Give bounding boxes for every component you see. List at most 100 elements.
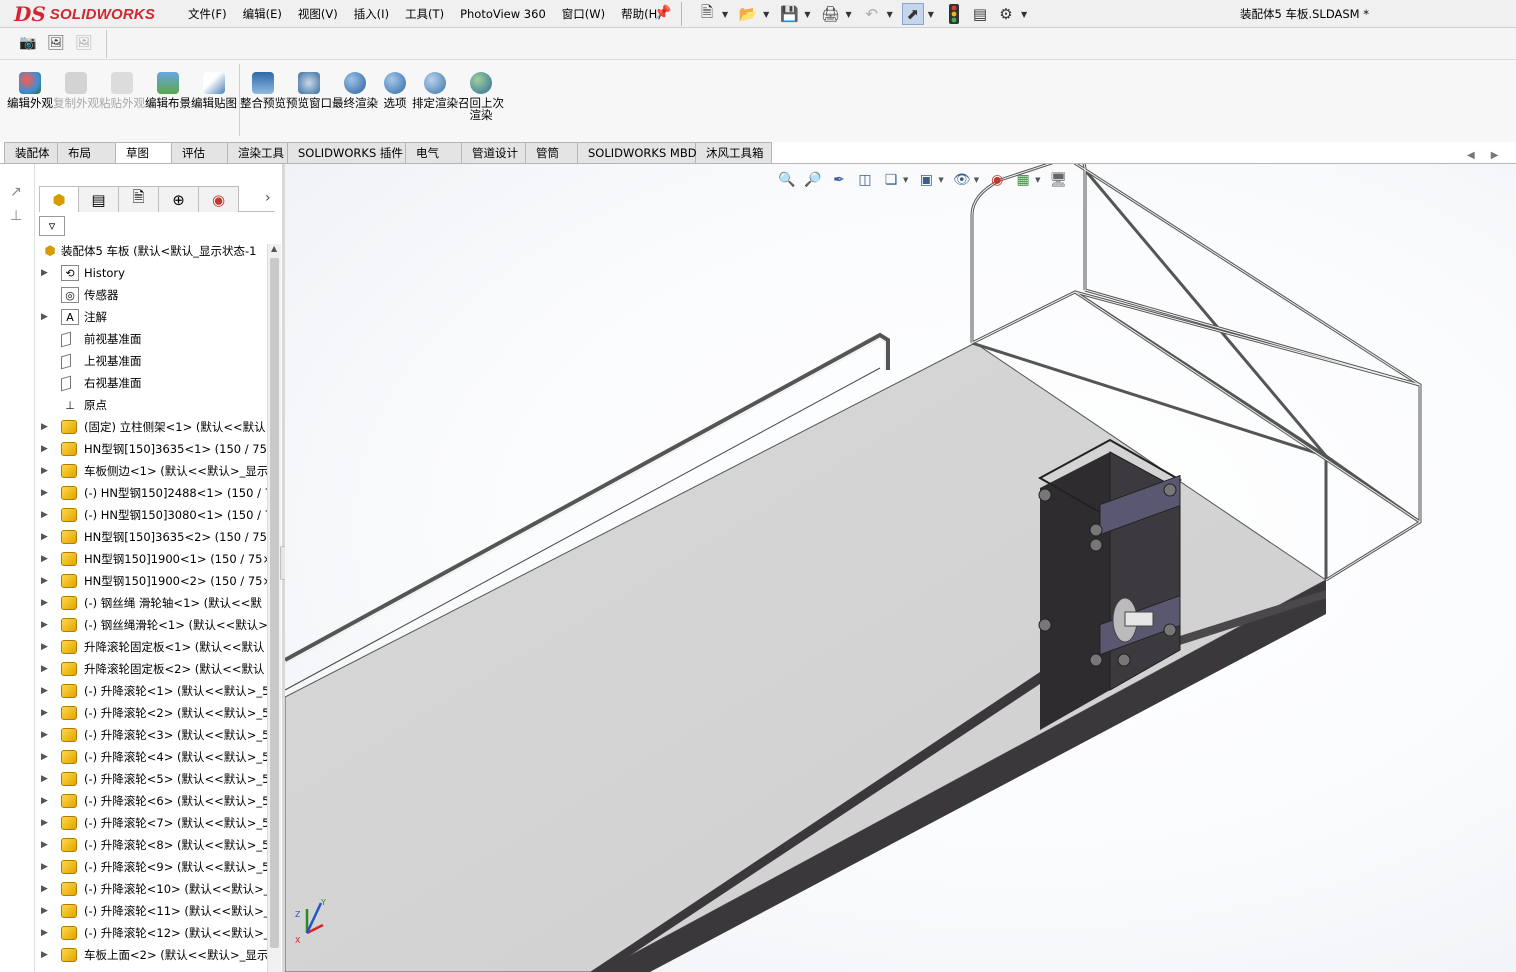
tree-item[interactable]: ▶ (-) 升降滚轮<1> (默认<<默认>_5 [35, 680, 269, 702]
tree-item[interactable]: ▶ (-) 升降滚轮<12> (默认<<默认>_ [35, 922, 269, 944]
copy-appearance-button[interactable]: 复制外观 [53, 72, 99, 109]
select-pointer-icon[interactable]: ⬈ [901, 3, 924, 25]
options-dropdown-icon[interactable]: ▼ [1021, 10, 1027, 19]
tree-root[interactable]: ⬢ 装配体5 车板 (默认<默认_显示状态-1 [35, 240, 269, 262]
undo-dropdown-icon[interactable]: ▼ [887, 10, 893, 19]
render-region-icon[interactable]: 🖼 [46, 34, 66, 52]
expand-chevron-icon[interactable]: ▶ [41, 818, 51, 828]
edit-decal-button[interactable]: 编辑贴图 [191, 72, 237, 109]
view-settings-icon[interactable]: 🖥 [1049, 170, 1069, 190]
render-disabled-icon[interactable]: 🖼 [74, 34, 94, 52]
schedule-render-button[interactable]: 排定渲染 [412, 72, 458, 109]
tree-item[interactable]: ▶ A 注解 [35, 306, 269, 328]
edit-appearance-button[interactable]: 编辑外观 [7, 72, 53, 109]
tree-item[interactable]: ▶ (-) 升降滚轮<2> (默认<<默认>_5 [35, 702, 269, 724]
menu-edit[interactable]: 编辑(E) [235, 6, 290, 22]
apply-scene-icon[interactable]: ▦ [1013, 170, 1033, 190]
tab-layout[interactable]: 布局 [58, 142, 116, 164]
pin-panel-icon[interactable]: ⊥ [10, 208, 22, 224]
menu-tools[interactable]: 工具(T) [397, 6, 452, 22]
expand-chevron-icon[interactable]: ▶ [41, 576, 51, 586]
expand-chevron-icon[interactable]: ▶ [41, 840, 51, 850]
tree-item[interactable]: 右视基准面 [35, 372, 269, 394]
tree-item[interactable]: 上视基准面 [35, 350, 269, 372]
tree-item[interactable]: ▶ (-) 升降滚轮<5> (默认<<默认>_5 [35, 768, 269, 790]
expand-chevron-icon[interactable]: ▶ [41, 532, 51, 542]
orientation-dropdown-icon[interactable]: ▼ [903, 176, 908, 184]
print-dropdown-icon[interactable]: ▼ [845, 10, 851, 19]
tab-mufeng-toolbox[interactable]: 沐风工具箱 [696, 142, 772, 164]
more-tabs-chevron-icon[interactable]: › [265, 190, 271, 206]
tree-item[interactable]: ▶ 升降滚轮固定板<2> (默认<<默认 [35, 658, 269, 680]
tree-item[interactable]: ▶ (-) 升降滚轮<7> (默认<<默认>_5 [35, 812, 269, 834]
tab-electrical[interactable]: 电气 [406, 142, 462, 164]
display-style-icon[interactable]: ▣ [916, 170, 936, 190]
expand-chevron-icon[interactable]: ▶ [41, 950, 51, 960]
tab-piping[interactable]: 管道设计 [462, 142, 526, 164]
edit-scene-button[interactable]: 编辑布景 [145, 72, 191, 109]
previous-view-icon[interactable]: ✒ [829, 170, 849, 190]
expand-chevron-icon[interactable]: ▶ [41, 862, 51, 872]
expand-chevron-icon[interactable]: ▶ [41, 664, 51, 674]
configuration-manager-tab[interactable]: 🗎 [119, 186, 159, 212]
tree-item[interactable]: ◎ 传感器 [35, 284, 269, 306]
new-document-icon[interactable]: 🗎 [696, 3, 718, 25]
tab-sketch[interactable]: 草图 [116, 142, 172, 164]
tree-item[interactable]: ▶ (-) 钢丝绳滑轮<1> (默认<<默认> [35, 614, 269, 636]
expand-chevron-icon[interactable]: ▶ [41, 510, 51, 520]
tree-item[interactable]: ▶ (-) 升降滚轮<9> (默认<<默认>_5 [35, 856, 269, 878]
expand-chevron-icon[interactable]: ▶ [41, 554, 51, 564]
tree-item[interactable]: ▶ (-) 升降滚轮<8> (默认<<默认>_5 [35, 834, 269, 856]
zoom-to-area-icon[interactable]: 🔎 [803, 170, 823, 190]
tree-item[interactable]: ▶ 升降滚轮固定板<1> (默认<<默认 [35, 636, 269, 658]
tree-item[interactable]: ▶ ⟲ History [35, 262, 269, 284]
edit-appearance-hud-icon[interactable]: ◉ [987, 170, 1007, 190]
tab-evaluate[interactable]: 评估 [172, 142, 228, 164]
integrated-preview-button[interactable]: 整合预览 [240, 72, 286, 109]
tab-solidworks-mbd[interactable]: SOLIDWORKS MBD [578, 142, 697, 164]
property-manager-tab[interactable]: ▤ [79, 186, 119, 212]
expand-chevron-icon[interactable]: ▶ [41, 928, 51, 938]
tree-item[interactable]: ▶ 车板侧边<1> (默认<<默认>_显示 [35, 460, 269, 482]
tree-item[interactable]: ▶ HN型钢150]1900<1> (150 / 75× [35, 548, 269, 570]
pin-menu-icon[interactable]: 📌 [654, 5, 671, 21]
preview-window-button[interactable]: 预览窗口 [286, 72, 332, 109]
dimxpert-tab[interactable]: ⊕ [159, 186, 199, 212]
tab-render-tools[interactable]: 渲染工具 [228, 142, 288, 164]
tree-item[interactable]: ▶ (-) HN型钢150]3080<1> (150 / 7 [35, 504, 269, 526]
expand-chevron-icon[interactable]: ▶ [41, 422, 51, 432]
expand-chevron-icon[interactable]: ▶ [41, 312, 51, 322]
expand-chevron-icon[interactable]: ▶ [41, 796, 51, 806]
tree-item[interactable]: ▶ HN型钢150]1900<2> (150 / 75× [35, 570, 269, 592]
expand-chevron-icon[interactable]: ▶ [41, 730, 51, 740]
recall-last-render-button[interactable]: 召回上次渲染 [458, 72, 504, 121]
new-dropdown-icon[interactable]: ▼ [722, 10, 728, 19]
tab-solidworks-addins[interactable]: SOLIDWORKS 插件 [288, 142, 406, 164]
camera-icon[interactable]: 📷 [18, 34, 38, 52]
collapse-left-icon[interactable]: ◀ [1467, 150, 1475, 161]
expand-chevron-icon[interactable]: ▶ [41, 466, 51, 476]
tree-item[interactable]: ▶ (-) 升降滚轮<10> (默认<<默认>_ [35, 878, 269, 900]
expand-chevron-icon[interactable]: ▶ [41, 642, 51, 652]
expand-chevron-icon[interactable]: ▶ [41, 906, 51, 916]
undo-icon[interactable]: ↶ [861, 3, 883, 25]
view-orientation-icon[interactable]: ❏ [881, 170, 901, 190]
expand-chevron-icon[interactable]: ▶ [41, 884, 51, 894]
section-view-icon[interactable]: ◫ [855, 170, 875, 190]
tree-item[interactable]: ▶ (-) 升降滚轮<4> (默认<<默认>_5 [35, 746, 269, 768]
scroll-thumb[interactable] [270, 258, 279, 948]
expand-chevron-icon[interactable]: ▶ [41, 268, 51, 278]
tree-item[interactable]: 前视基准面 [35, 328, 269, 350]
print-icon[interactable]: 🖨 [819, 3, 841, 25]
tree-item[interactable]: ▶ 车板上面<2> (默认<<默认>_显示 [35, 944, 269, 966]
open-dropdown-icon[interactable]: ▼ [763, 10, 769, 19]
menu-window[interactable]: 窗口(W) [554, 6, 613, 22]
scroll-up-icon[interactable]: ▲ [271, 244, 277, 253]
menu-file[interactable]: 文件(F) [180, 6, 235, 22]
expand-chevron-icon[interactable]: ▶ [41, 598, 51, 608]
graphics-area[interactable]: 🔍 🔎 ✒ ◫ ❏ ▼ ▣ ▼ 👁 ▼ ◉ ▦ ▼ 🖥 [285, 164, 1516, 972]
tree-item[interactable]: ▶ (-) 钢丝绳 滑轮轴<1> (默认<<默 [35, 592, 269, 614]
tree-item[interactable]: ▶ HN型钢[150]3635<1> (150 / 75 [35, 438, 269, 460]
open-icon[interactable]: 📂 [737, 3, 759, 25]
hide-show-dropdown-icon[interactable]: ▼ [974, 176, 979, 184]
